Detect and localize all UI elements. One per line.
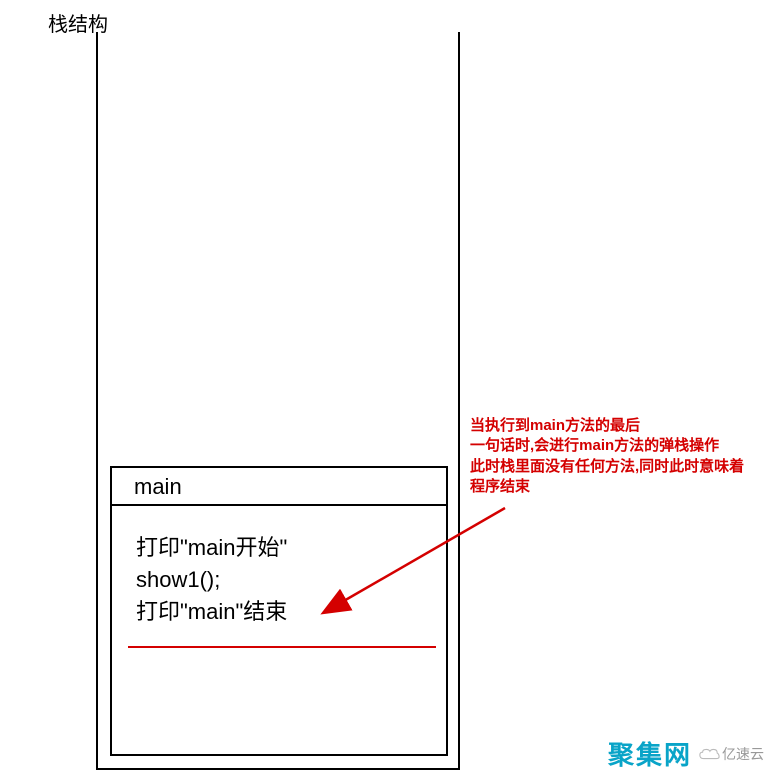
watermark: 聚集网 亿速云 bbox=[608, 735, 764, 772]
annotation-line: 程序结束 bbox=[470, 477, 766, 497]
watermark-sub-text: 亿速云 bbox=[722, 744, 764, 764]
annotation-line: 此时栈里面没有任何方法,同时此时意味着 bbox=[470, 457, 766, 477]
arrow-icon bbox=[320, 500, 520, 640]
watermark-sub: 亿速云 bbox=[698, 744, 764, 764]
annotation-line: 一句话时,会进行main方法的弹栈操作 bbox=[470, 436, 766, 456]
cloud-icon bbox=[698, 746, 720, 762]
annotation-line: 当执行到main方法的最后 bbox=[470, 416, 766, 436]
annotation-text: 当执行到main方法的最后 一句话时,会进行main方法的弹栈操作 此时栈里面没… bbox=[470, 416, 766, 497]
stack-container: main 打印"main开始" show1(); 打印"main"结束 bbox=[96, 32, 460, 770]
watermark-main: 聚集网 bbox=[608, 735, 692, 772]
highlight-underline bbox=[128, 646, 436, 648]
